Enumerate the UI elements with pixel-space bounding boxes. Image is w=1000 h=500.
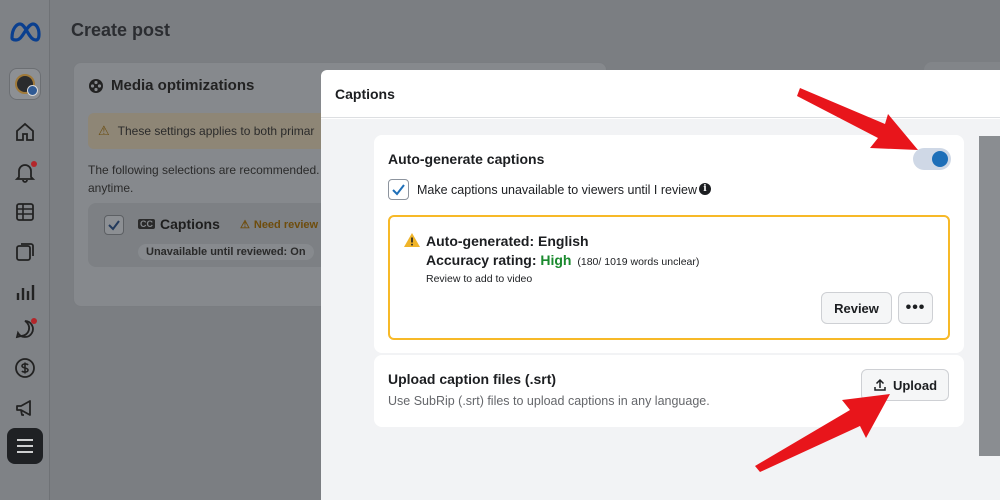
unavailable-badge: Unavailable until reviewed: On [138,244,314,260]
cc-icon: CC [138,219,155,229]
page-title: Create post [71,20,171,40]
need-review-text: Need review [253,218,319,231]
insights-icon[interactable] [13,280,37,304]
facebook-badge-icon [27,85,38,96]
recommendation-text: The following selections are recommended… [88,161,328,197]
upload-icon [874,378,886,391]
meta-logo-icon[interactable] [8,20,42,44]
auto-generated-language: Auto-generated: English [426,233,589,249]
recommendation-line-2: anytime. [88,181,134,195]
captions-checkbox[interactable] [104,215,124,235]
media-optimizations-title: Media optimizations [111,77,255,94]
warning-icon: ⚠ [240,219,250,231]
captions-dialog: Captions Auto-generate captions Make cap… [321,70,1000,500]
avatar[interactable] [9,68,41,100]
table-icon[interactable] [13,200,37,224]
review-hint: Review to add to video [426,273,533,285]
captions-label-text: Captions [160,216,220,232]
review-checkbox[interactable] [388,179,409,200]
megaphone-icon[interactable] [13,396,37,420]
captions-option-label: CC Captions [138,216,220,232]
info-icon[interactable]: i [699,183,711,195]
review-button[interactable]: Review [821,292,892,324]
upload-caption-card: Upload caption files (.srt) Use SubRip (… [374,355,964,427]
scrollbar[interactable] [979,136,1000,456]
auto-generated-alert: Auto-generated: English Accuracy rating:… [388,215,950,340]
menu-button[interactable] [7,428,43,464]
pages-icon[interactable] [13,240,37,264]
auto-generate-title: Auto-generate captions [388,151,545,167]
accuracy-rating-value: High [540,252,572,268]
recommendation-line-1: The following selections are recommended… [88,163,320,177]
accuracy-rating: Accuracy rating: High (180/ 1019 words u… [426,252,699,268]
checkmark-icon [392,184,405,196]
home-icon[interactable] [13,120,37,144]
upload-button-label: Upload [892,377,938,393]
warning-icon [404,233,420,247]
message-dot [31,318,37,324]
dialog-header: Captions [321,70,1000,118]
warning-icon: ⚠ [98,123,110,138]
notification-dot [31,161,37,167]
upload-caption-subtitle: Use SubRip (.srt) files to upload captio… [388,394,710,408]
dialog-title: Captions [335,86,395,102]
auto-generate-card: Auto-generate captions Make captions una… [374,135,964,353]
checkmark-icon [108,220,120,231]
settings-warning-text: These settings applies to both primar [117,124,315,138]
accuracy-rating-label: Accuracy rating: [426,252,541,268]
review-checkbox-label: Make captions unavailable to viewers unt… [417,183,697,197]
dialog-body: Auto-generate captions Make captions una… [321,119,1000,500]
accuracy-rating-detail: (180/ 1019 words unclear) [577,256,700,268]
menu-icon [17,439,33,453]
upload-button[interactable]: Upload [861,369,949,401]
captions-option[interactable]: CC Captions ⚠ Need review Unavailable un… [88,203,328,267]
media-optimizations-header: Media optimizations [88,77,254,94]
toggle-knob [932,151,948,167]
need-review-badge: ⚠ Need review [240,218,319,232]
film-reel-icon [89,78,103,93]
more-options-button[interactable]: ••• [898,292,933,324]
left-sidebar [0,0,50,500]
auto-generate-toggle[interactable] [913,148,951,170]
dollar-icon[interactable] [13,356,37,380]
upload-caption-title: Upload caption files (.srt) [388,371,557,387]
